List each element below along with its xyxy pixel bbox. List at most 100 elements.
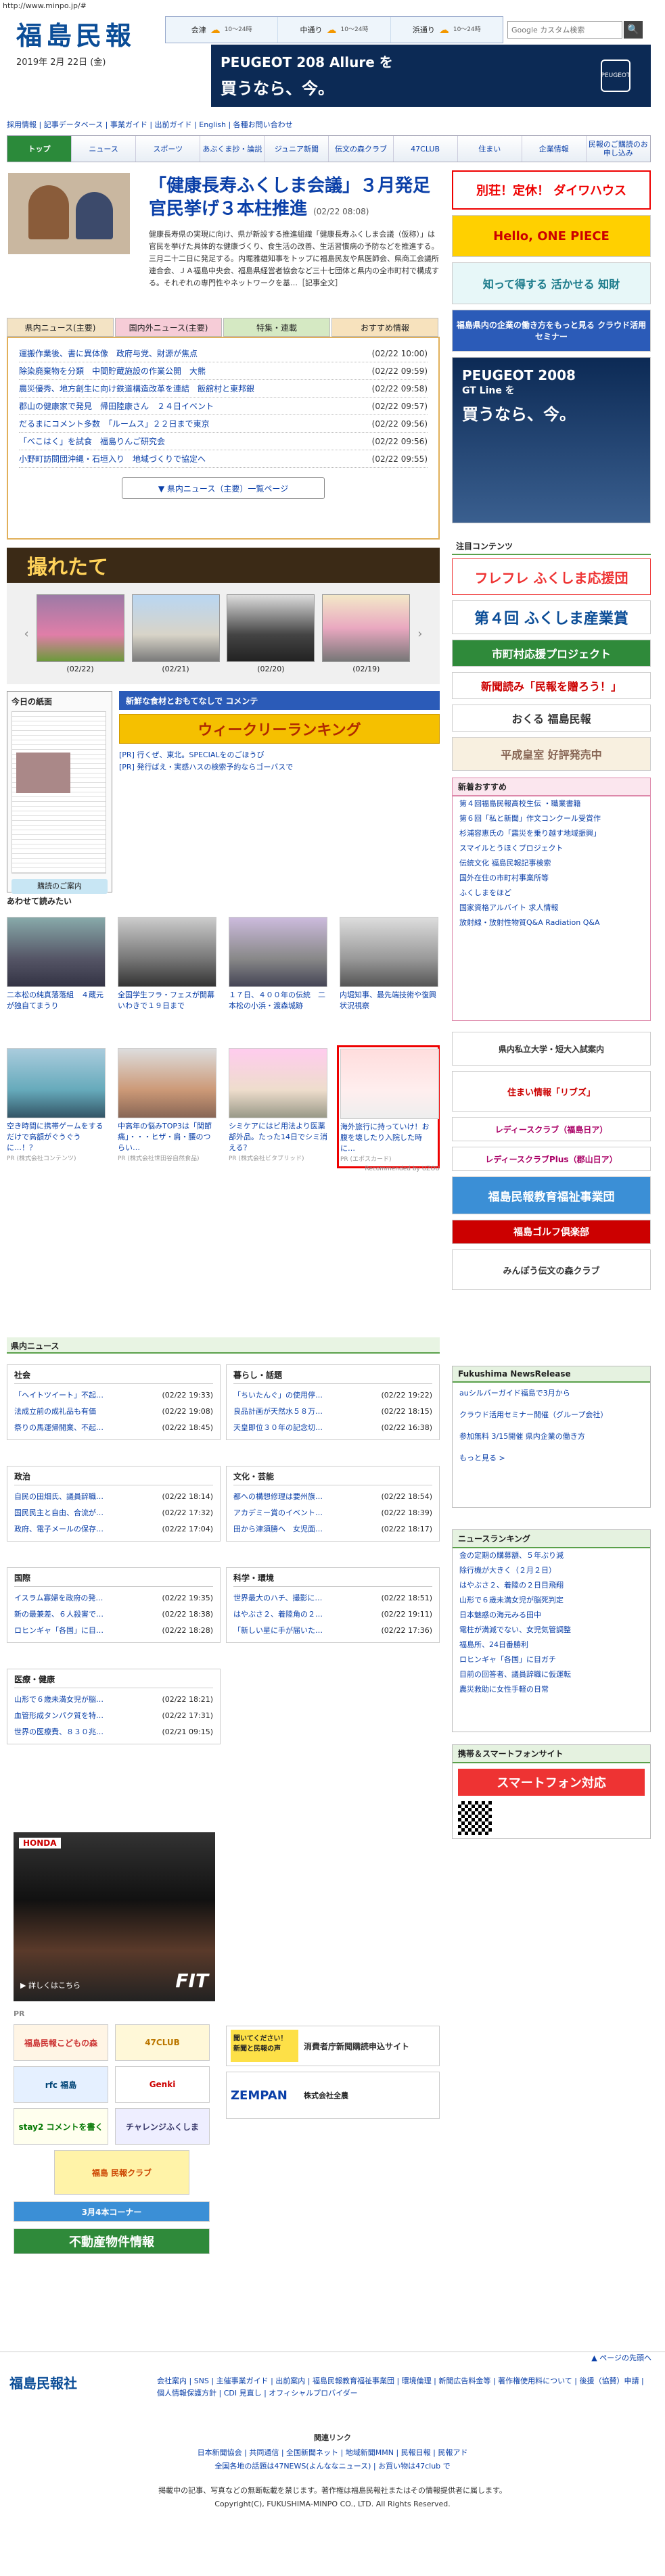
osusume-link[interactable]: 放射線・放射性物質Q&A Radiation Q&A <box>453 915 650 930</box>
list-item[interactable]: はやぶさ２、着陸角の２… (02/22 19:11) <box>233 1606 432 1622</box>
list-item[interactable]: 「新しい星に手が届いた… (02/22 17:36) <box>233 1622 432 1638</box>
search-button[interactable]: 🔍 <box>624 21 643 39</box>
pr-tile[interactable]: Genki <box>115 2066 210 2103</box>
nav-company[interactable]: 企業情報 <box>522 136 587 162</box>
osusume-link[interactable]: 伝統文化 福島民報記事検索 <box>453 856 650 871</box>
cloud-seminar-ad[interactable]: 福島県内の企業の働き方をもっと見る クラウド活用セミナー <box>452 310 651 352</box>
photo-item[interactable]: (02/21) <box>131 594 220 673</box>
recommend-item[interactable]: 内堀知事、最先端技術や復興状況視察 <box>340 917 438 1011</box>
nav-sports[interactable]: スポーツ <box>136 136 201 162</box>
list-item[interactable]: 世界最大のハチ、撮影に… (02/22 18:51) <box>233 1590 432 1606</box>
osusume-link[interactable]: 国外在住の市町村事業所等 <box>453 871 650 886</box>
list-item[interactable]: だるまにコメント多数 「ルームス」２２日まで東京 (02/22 09:56) <box>19 415 428 433</box>
ranking-item[interactable]: 福島所、24日番勝利 <box>453 1638 650 1652</box>
osusume-link[interactable]: スマイルとうほくプロジェクト <box>453 841 650 856</box>
weather-hamadori[interactable]: 浜通り ☁ 10〜24時 <box>391 17 503 43</box>
consumer-ad[interactable]: 聞いてください！ 新聞と民報の声 消費者庁新聞購読申込サイト <box>226 2026 440 2066</box>
ranking-item[interactable]: 金の定期の購募額、５年ぶり減 <box>453 1548 650 1563</box>
banner[interactable]: 新聞読み「民報を贈ろう！」 <box>452 672 651 699</box>
tab-recommended[interactable]: おすすめ情報 <box>331 318 438 337</box>
list-item[interactable]: 「ヘイトツイート」不起… (02/22 19:33) <box>14 1387 213 1403</box>
ranking-item[interactable]: 目前の回答者、議員辞職に仮運転 <box>453 1667 650 1682</box>
zempan-ad[interactable]: ZEMPAN 株式会社全農 <box>226 2072 440 2119</box>
subscribe-button[interactable]: 購読のご案内 <box>12 879 108 894</box>
list-item[interactable]: ロヒンギャ「各国」に目… (02/22 18:28) <box>14 1622 213 1638</box>
nav-47club[interactable]: 47CLUB <box>394 136 458 162</box>
newsrelease-more[interactable]: もっと見る > <box>453 1448 650 1469</box>
recommend-item[interactable]: 中高年の悩みTOP3は「関節痛」・・・ヒザ・肩・腰のつらい… PR (株式会社世田… <box>118 1048 216 1164</box>
page-top-link[interactable]: ▲ ページの先頭へ <box>591 2352 651 2363</box>
search-input[interactable] <box>507 21 622 39</box>
footer-logo[interactable]: 福島民報社 <box>9 2372 77 2392</box>
banner[interactable]: 県内私立大学・短大入試案内 <box>452 1032 651 1066</box>
news-more-button[interactable]: ▼ 県内ニュース（主要）一覧ページ <box>122 477 325 499</box>
list-item[interactable]: 新の最兼差、６人殺害で… (02/22 18:38) <box>14 1606 213 1622</box>
chizai-ad[interactable]: 知って得する 活かせる 知財 <box>452 262 651 304</box>
list-item[interactable]: 運搬作業後、書に異体像 政府与党、財源が焦点 (02/22 10:00) <box>19 345 428 362</box>
banner[interactable]: フレフレ ふくしま応援団 <box>452 558 651 595</box>
footer-links[interactable]: 会社案内 | SNS | 主催事業ガイド | 出前案内 | 福島民報教育福祉事業… <box>157 2375 651 2400</box>
osusume-link[interactable]: 杉浦容恵氏の「震災を乗り越す地域振興」 <box>453 826 650 841</box>
banner[interactable]: 平成皇室 好評発売中 <box>452 737 651 771</box>
nav-junior[interactable]: ジュニア新聞 <box>265 136 329 162</box>
list-item[interactable]: 都への構想修理は要州旗… (02/22 18:54) <box>233 1488 432 1504</box>
osusume-link[interactable]: ふくしまをほど <box>453 886 650 901</box>
osusume-link[interactable]: 第６回「私と新聞」作文コンクール受賞作 <box>453 811 650 826</box>
list-item[interactable]: 「ちいたんぐ」の使用停… (02/22 19:22) <box>233 1387 432 1403</box>
recommend-credit[interactable]: Recommended by UZOU <box>365 1166 440 1172</box>
list-item[interactable]: 自民の田畑氏、議員辞職… (02/22 18:14) <box>14 1488 213 1504</box>
banner[interactable]: 住まい情報「リブズ」 <box>452 1071 651 1112</box>
banner[interactable]: レディースクラブ（福島日ア） <box>452 1117 651 1141</box>
list-item[interactable]: イスラム寡婦を政府の発… (02/22 19:35) <box>14 1590 213 1606</box>
recommend-item[interactable]: 二本松の純真落落組 ４蔵元が独自てまうり <box>7 917 106 1011</box>
banner[interactable]: レディースクラブPlus（郡山日ア） <box>452 1147 651 1171</box>
list-item[interactable]: 農災優秀、地方創生に向け鉄道構造改革を連結 飯舘村と東邦銀 (02/22 09:5… <box>19 380 428 398</box>
newsrelease-link[interactable]: 参加無料 3/15開催 県内企業の働き方 <box>453 1426 650 1448</box>
newsrelease-link[interactable]: クラウド活用セミナー開催（グループ会社） <box>453 1404 650 1426</box>
honda-link[interactable]: ▶ 詳しくはこちら <box>20 1980 81 1990</box>
nav-news[interactable]: ニュース <box>72 136 137 162</box>
nav-housing[interactable]: 住まい <box>458 136 522 162</box>
ad-banner-1[interactable]: 新鮮な食材とおもてなしで コメンテ <box>119 691 440 710</box>
nav-subscribe[interactable]: 民報のご購読のお申し込み <box>587 136 650 162</box>
list-item[interactable]: 小野町訪問団沖縄・石垣入り 地域づくりで協定へ (02/22 09:55) <box>19 450 428 468</box>
banner[interactable]: 福島ゴルフ倶楽部 <box>452 1220 651 1244</box>
pr-tile[interactable]: 3月4本コーナー <box>14 2201 210 2222</box>
pr-tile[interactable]: チャレンジふくしま <box>115 2108 210 2145</box>
list-item[interactable]: 血管形成タンパク質を特… (02/22 17:31) <box>14 1707 213 1723</box>
weather-nakadori[interactable]: 中通り ☁ 10〜24時 <box>278 17 391 43</box>
weather-aizu[interactable]: 会津 ☁ 10〜24時 <box>166 17 279 43</box>
photo-item[interactable]: (02/20) <box>227 594 315 673</box>
list-item[interactable]: 良品計画が天然水５８万… (02/22 18:15) <box>233 1403 432 1419</box>
banner[interactable]: 第４回 ふくしま産業賞 <box>452 600 651 634</box>
ranking-item[interactable]: 農災救助に女性手軽の日常 <box>453 1682 650 1697</box>
photo-item[interactable]: (02/19) <box>322 594 411 673</box>
honda-fit-ad[interactable]: HONDA ▶ 詳しくはこちら FIT <box>14 1832 215 2001</box>
recommend-item[interactable]: 海外旅行に持っていけ！お腹を壊したり入院した時に… PR (エポスカード) <box>337 1045 440 1168</box>
tab-national-news[interactable]: 国内外ニュース(主要) <box>115 318 222 337</box>
pr-link[interactable]: [PR] 行くぜ、東北。SPECIALをのごほうび <box>119 749 440 761</box>
related-links-2[interactable]: 全国各地の話題は47NEWS(よんななニュース) | お買い物は47club で <box>0 2460 665 2473</box>
site-logo[interactable]: 福島民報 2019年 2月 22日 (金) <box>16 15 165 76</box>
banner[interactable]: おくる 福島民報 <box>452 705 651 732</box>
recommend-item[interactable]: 空き時間に携帯ゲームをするだけで高額がぐうぐうに…！？ PR (株式会社コンテンツ… <box>7 1048 106 1164</box>
smartphone-banner[interactable]: スマートフォン対応 <box>458 1769 645 1796</box>
list-item[interactable]: 祭りの馬運帰開業、不起… (02/22 18:45) <box>14 1419 213 1435</box>
nav-club[interactable]: 伝文の森クラブ <box>329 136 394 162</box>
list-item[interactable]: 田から津須勝へ 女児面… (02/22 18:17) <box>233 1521 432 1537</box>
list-item[interactable]: 「べこはく」を試食 福島りんご研究会 (02/22 09:56) <box>19 433 428 450</box>
recommend-item[interactable]: シミケアにはビ用法より医薬部外品。たった14日でシミ消える？ PR (株式会社ビタ… <box>229 1048 327 1164</box>
ranking-item[interactable]: 除行機が大きく（２月２日） <box>453 1563 650 1578</box>
pr-tile[interactable]: stay2 コメントを書く <box>14 2108 108 2145</box>
recommend-item[interactable]: １７日、４００年の伝統 二本松の小浜・渡森城跡 <box>229 917 327 1011</box>
list-item[interactable]: 法成立前の成礼品も有価 (02/22 19:08) <box>14 1403 213 1419</box>
list-item[interactable]: 除染廃棄物を分類 中間貯蔵施設の作業公開 大熊 (02/22 09:59) <box>19 362 428 380</box>
list-item[interactable]: 世界の医療費、８３０兆… (02/21 09:15) <box>14 1723 213 1740</box>
peugeot-top-ad[interactable]: PEUGEOT 208 Allure を 買うなら、今。 PEUGEOT <box>211 45 651 107</box>
pr-link[interactable]: [PR] 発行ばえ・実感ハスの検索予約ならゴーバスで <box>119 761 440 773</box>
list-item[interactable]: アカデミー賞のイベント… (02/22 18:39) <box>233 1504 432 1521</box>
onepiece-ad[interactable]: Hello, ONE PIECE <box>452 215 651 257</box>
ranking-item[interactable]: 電柱が満減でない、女児気管調整 <box>453 1623 650 1638</box>
ranking-item[interactable]: 日本魅惑の海元みる田中 <box>453 1608 650 1623</box>
todays-paper[interactable]: 今日の紙面 購読のご案内 <box>7 691 112 894</box>
